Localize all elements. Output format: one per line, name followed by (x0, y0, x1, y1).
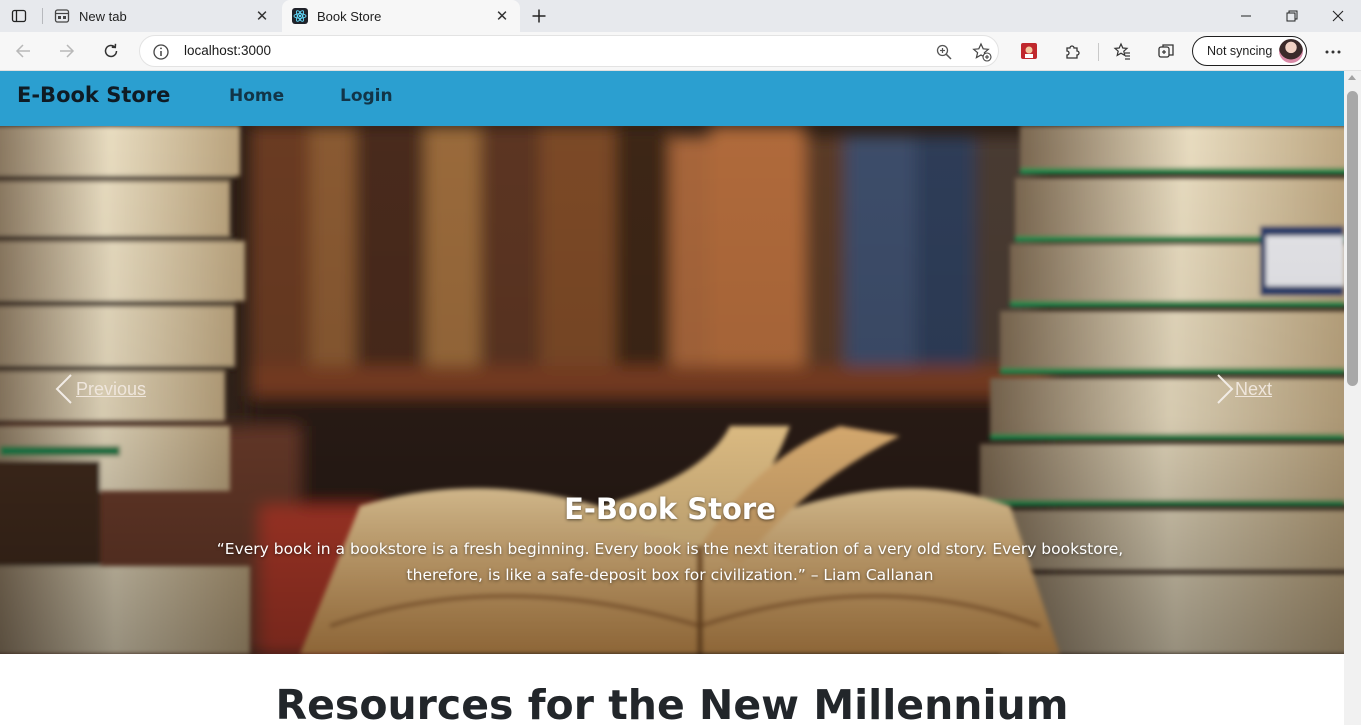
refresh-icon (104, 43, 118, 58)
carousel-caption: E-Book Store “Every book in a bookstore … (200, 492, 1140, 588)
back-arrow-icon (15, 44, 30, 58)
settings-more-button[interactable] (1318, 41, 1348, 63)
close-tab-icon[interactable]: ✕ (252, 6, 272, 26)
tab-separator (42, 8, 43, 24)
extensions-button[interactable] (1063, 41, 1083, 61)
browser-toolbar: localhost:3000 Not syncing (0, 32, 1361, 71)
carousel-caption-title: E-Book Store (564, 492, 776, 526)
nav-login-link[interactable]: Login (340, 86, 393, 106)
plus-icon (532, 9, 546, 23)
minimize-icon (1241, 15, 1251, 17)
section-title: Resources for the New Millennium (275, 681, 1069, 725)
chevron-left-icon (55, 374, 72, 404)
refresh-button[interactable] (96, 36, 126, 66)
nav-home-link[interactable]: Home (229, 86, 284, 106)
tab-actions-icon (11, 9, 27, 23)
carousel-caption-quote: “Every book in a bookstore is a fresh be… (216, 540, 1124, 584)
chevron-right-icon (1217, 374, 1234, 404)
close-tab-icon[interactable]: ✕ (492, 6, 512, 26)
info-icon[interactable] (152, 43, 170, 61)
browser-tab-strip: New tab ✕ Book Store ✕ (0, 0, 1361, 32)
tab-label: Book Store (317, 8, 382, 24)
carousel-previous-label: Previous (76, 378, 147, 399)
back-button[interactable] (8, 36, 38, 66)
avatar (1279, 39, 1303, 63)
scrollbar-thumb[interactable] (1347, 91, 1358, 386)
scroll-up-arrow-icon[interactable] (1348, 75, 1356, 80)
react-atom-icon (292, 8, 308, 24)
more-dots-icon (1325, 50, 1341, 54)
close-window-button[interactable] (1315, 0, 1361, 32)
restore-button[interactable] (1269, 0, 1315, 32)
collections-button[interactable] (1156, 41, 1176, 61)
add-favorite-icon[interactable] (972, 42, 992, 62)
brand-logo-link[interactable]: E-Book Store (17, 83, 170, 107)
tab-new-tab[interactable]: New tab ✕ (44, 0, 280, 32)
tab-actions-button[interactable] (8, 6, 30, 26)
page-viewport: E-Book Store Home Login Previous Next E-… (0, 71, 1344, 725)
new-tab-page-icon (54, 8, 70, 24)
address-bar[interactable]: localhost:3000 (139, 35, 999, 67)
extension-app-icon (1021, 43, 1037, 59)
new-tab-button[interactable] (528, 5, 550, 27)
restore-icon (1286, 10, 1298, 22)
forward-button[interactable] (52, 36, 82, 66)
favorites-button[interactable] (1112, 41, 1132, 61)
puzzle-piece-icon (1066, 45, 1080, 59)
collections-icon (1158, 44, 1174, 58)
profile-sync-label: Not syncing (1207, 44, 1273, 58)
toolbar-divider (1098, 43, 1099, 61)
extension-button[interactable] (1019, 41, 1039, 61)
url-text: localhost:3000 (184, 43, 272, 58)
favorites-star-icon (1113, 42, 1130, 60)
close-icon (1332, 10, 1344, 22)
carousel-next-label: Next (1235, 378, 1273, 399)
profile-button[interactable]: Not syncing (1192, 36, 1307, 66)
carousel-next-control[interactable]: Next (1213, 374, 1272, 404)
carousel-previous-control[interactable]: Previous (54, 374, 146, 404)
forward-arrow-icon (60, 44, 75, 58)
hero-carousel: Previous Next E-Book Store “Every book i… (0, 126, 1344, 654)
zoom-icon[interactable] (935, 43, 953, 61)
page-scrollbar[interactable] (1344, 71, 1361, 725)
site-navbar: E-Book Store Home Login (0, 71, 1344, 126)
tab-book-store[interactable]: Book Store ✕ (282, 0, 520, 32)
tab-label: New tab (79, 8, 127, 24)
minimize-button[interactable] (1223, 0, 1269, 32)
